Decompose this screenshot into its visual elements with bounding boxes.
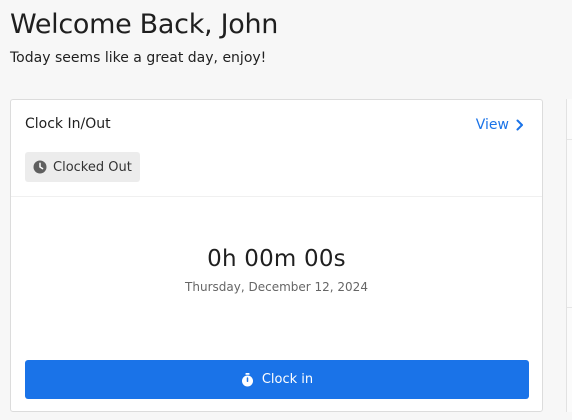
- welcome-title: Welcome Back, John: [10, 9, 279, 40]
- view-link[interactable]: View: [476, 117, 524, 133]
- elapsed-timer: 0h 00m 00s: [207, 246, 346, 272]
- clock-in-out-card: Clock In/Out View Clocked Out 0h 00m 00s…: [10, 99, 543, 412]
- clock-in-button-label: Clock in: [261, 372, 314, 387]
- adjacent-card-divider: [567, 307, 572, 308]
- card-divider: [11, 196, 542, 197]
- card-title: Clock In/Out: [25, 116, 111, 132]
- clock-in-button[interactable]: Clock in: [25, 360, 529, 399]
- welcome-subtitle: Today seems like a great day, enjoy!: [10, 50, 267, 66]
- current-date: Thursday, December 12, 2024: [185, 280, 368, 294]
- adjacent-card-divider: [567, 139, 572, 140]
- stopwatch-icon: [241, 372, 254, 387]
- status-badge: Clocked Out: [25, 152, 140, 182]
- dashboard-page: Welcome Back, John Today seems like a gr…: [0, 0, 572, 420]
- view-link-label: View: [475, 117, 509, 133]
- adjacent-card: [566, 99, 572, 412]
- clock-icon: [33, 160, 47, 174]
- chevron-right-icon: [516, 119, 524, 131]
- status-label: Clocked Out: [53, 159, 132, 175]
